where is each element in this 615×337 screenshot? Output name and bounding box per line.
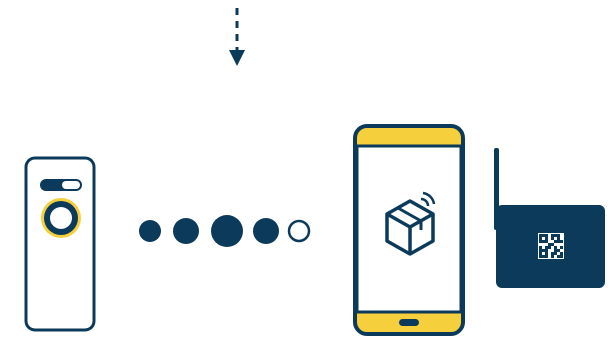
transfer-dot-filled: [253, 218, 279, 244]
transfer-dot-filled: [173, 218, 199, 244]
qr-code-icon: [538, 233, 564, 259]
transfer-dot-filled: [139, 220, 161, 242]
diagram-canvas: [0, 0, 615, 337]
gateway-device-icon: [494, 148, 605, 288]
dashed-down-arrow-icon: [229, 8, 245, 66]
transfer-dots: [139, 215, 311, 247]
transfer-dot-filled: [211, 215, 243, 247]
remote-control-icon: [24, 156, 96, 332]
diagram-svg: [24, 8, 605, 336]
phone-home-button: [399, 319, 419, 326]
transfer-dot-empty: [287, 219, 311, 243]
